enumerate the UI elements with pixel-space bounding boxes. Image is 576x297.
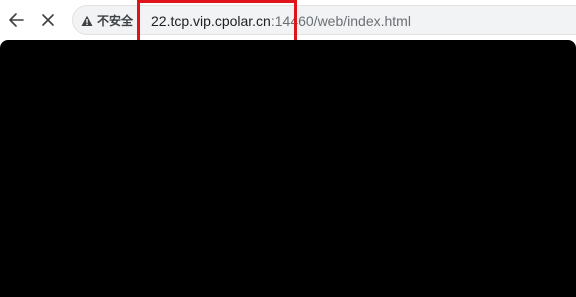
back-button[interactable] — [0, 4, 32, 36]
security-indicator[interactable]: 不安全 — [81, 12, 133, 30]
security-label: 不安全 — [97, 14, 134, 28]
browser-toolbar: 不安全 22.tcp.vip.cpolar.cn:14460/web/index… — [0, 0, 576, 43]
url-host: 22.tcp.vip.cpolar.cn — [151, 13, 271, 29]
page-content-area — [0, 40, 576, 297]
stop-loading-button[interactable] — [32, 4, 64, 36]
address-bar[interactable]: 不安全 22.tcp.vip.cpolar.cn:14460/web/index… — [72, 5, 576, 35]
browser-window: 不安全 22.tcp.vip.cpolar.cn:14460/web/index… — [0, 0, 576, 297]
url-text[interactable]: 22.tcp.vip.cpolar.cn:14460/web/index.htm… — [151, 13, 411, 29]
url-path: :14460/web/index.html — [270, 13, 411, 29]
close-icon — [42, 14, 54, 26]
arrow-left-icon — [9, 13, 24, 27]
warning-triangle-icon — [81, 15, 93, 26]
